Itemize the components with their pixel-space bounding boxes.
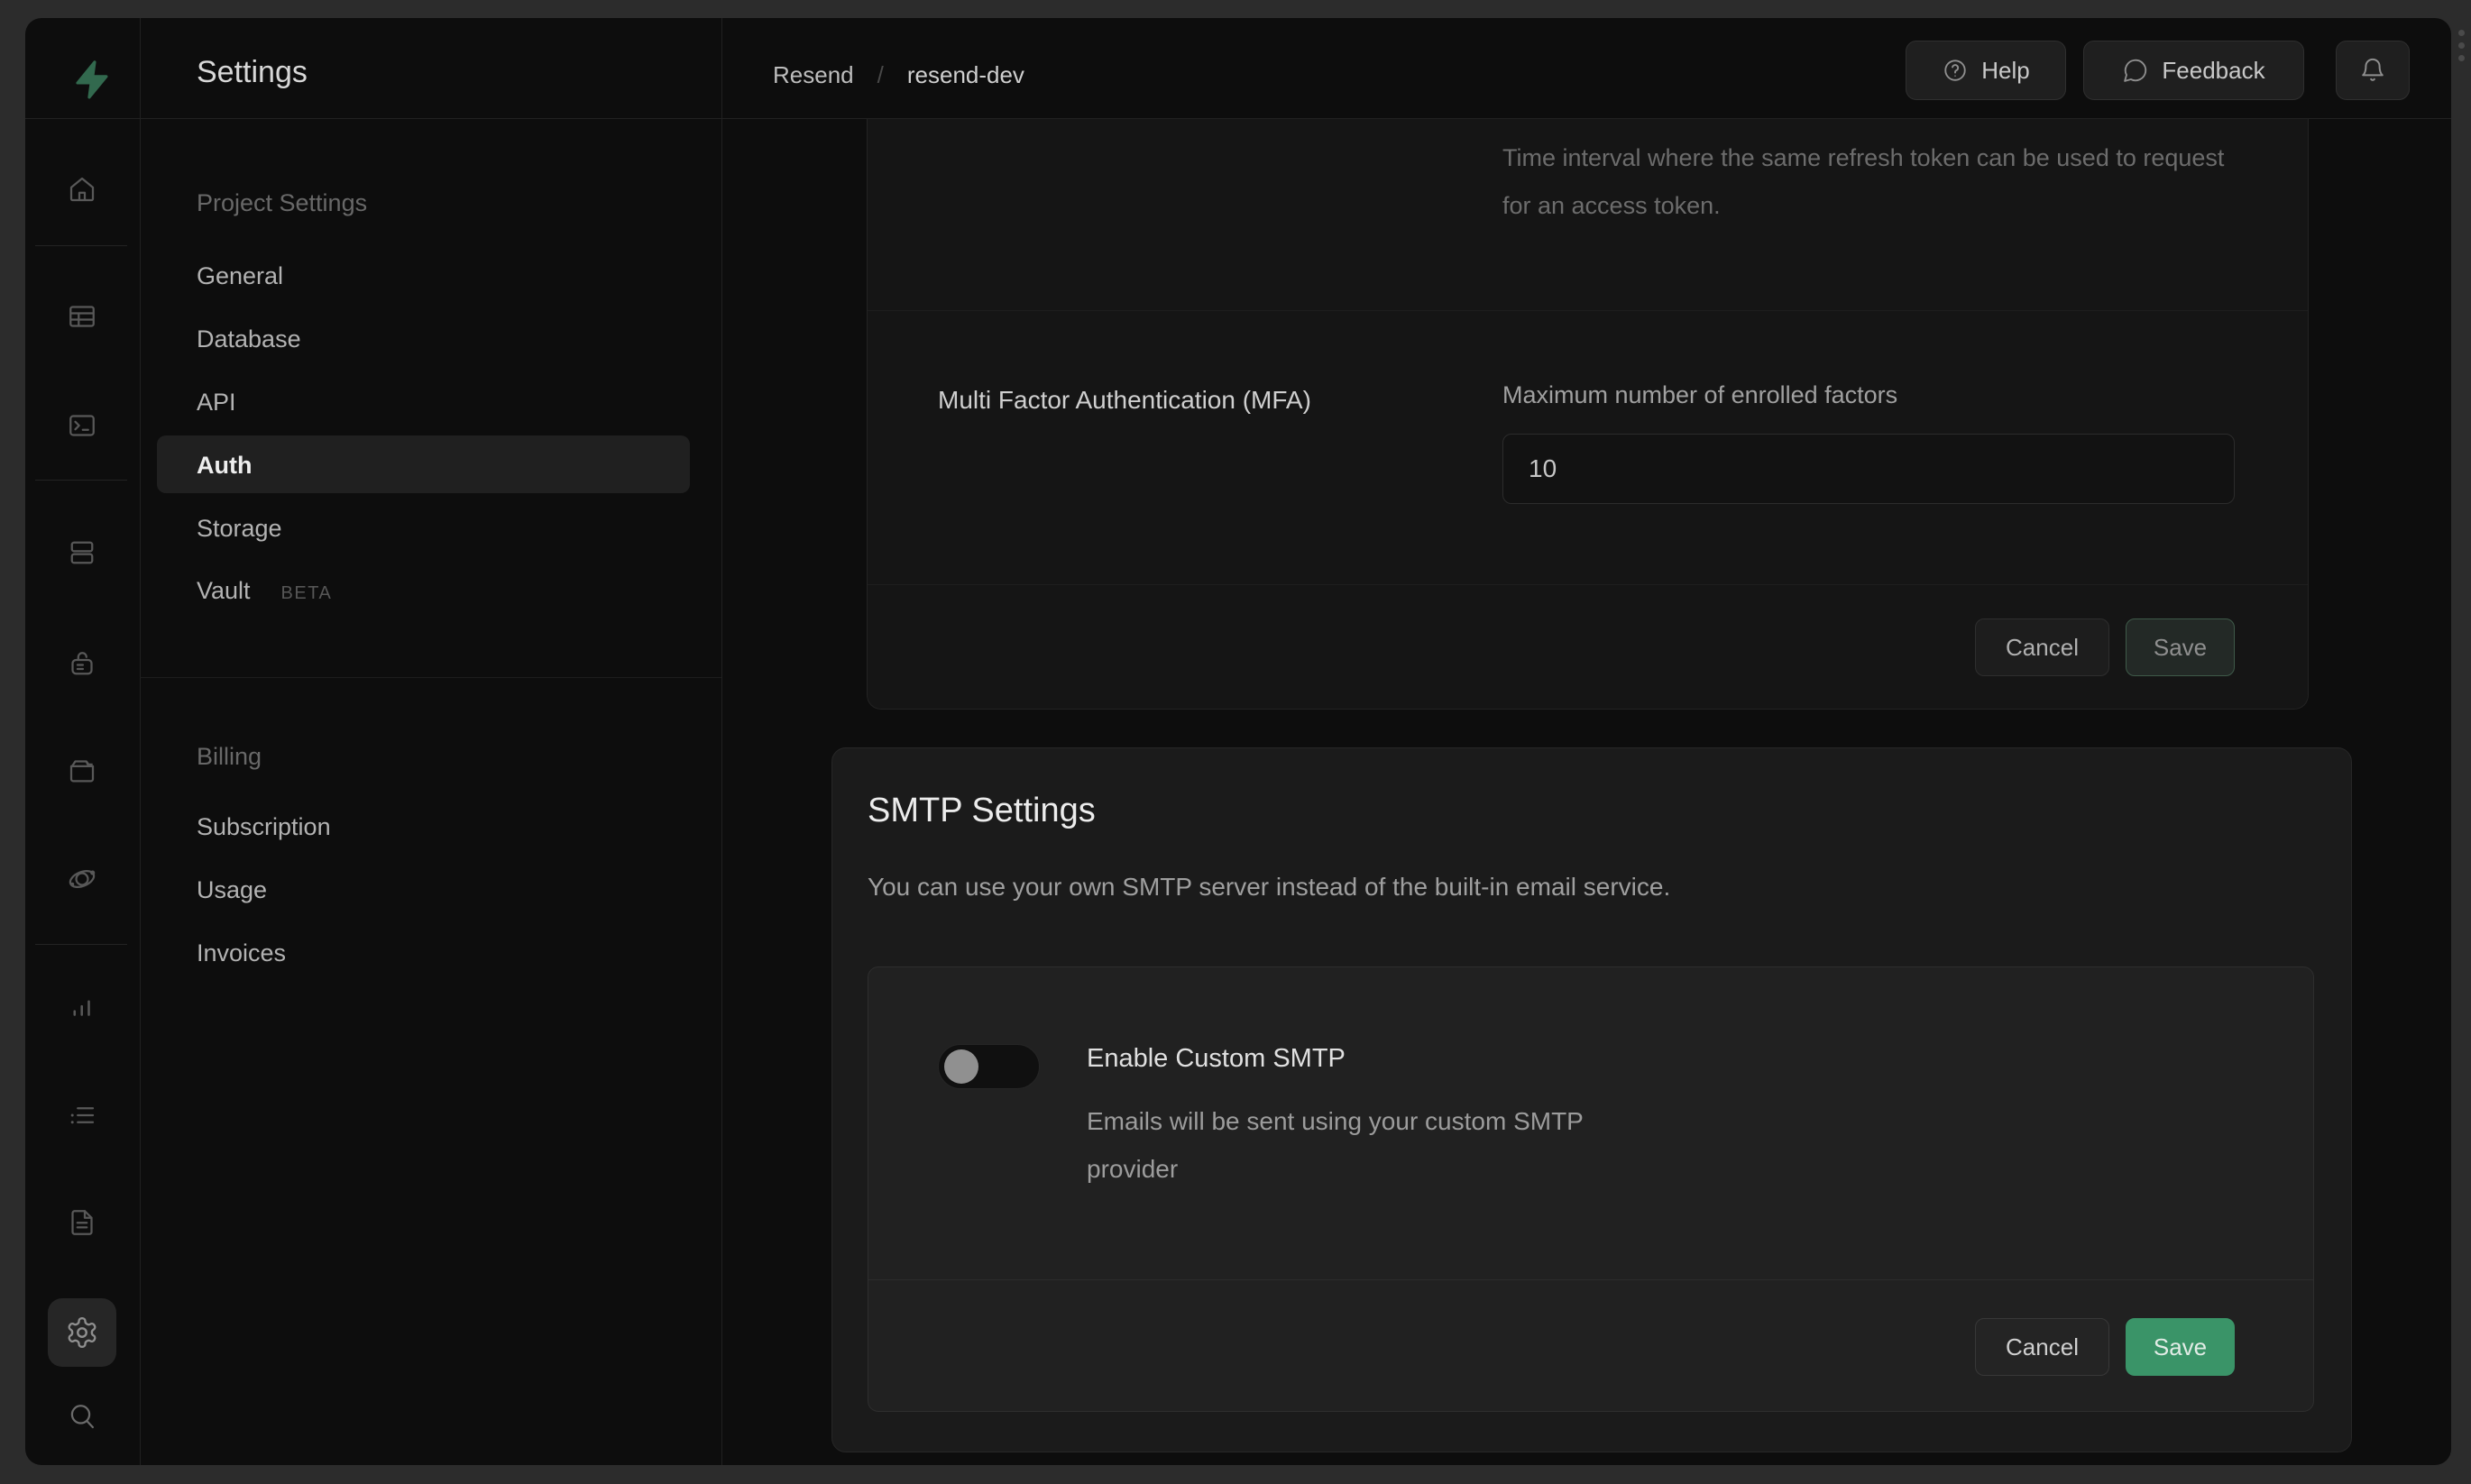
nav-section-header-billing: Billing — [197, 740, 262, 773]
toggle-knob — [944, 1049, 978, 1084]
database-icon — [66, 536, 98, 569]
rail-item-authentication[interactable] — [50, 631, 115, 696]
nav-item-vault-label: Vault — [197, 577, 251, 604]
rail-item-search[interactable] — [50, 1384, 115, 1449]
smtp-cancel-button[interactable]: Cancel — [1975, 1318, 2109, 1376]
chrome-dot — [2458, 42, 2465, 49]
supabase-logo-icon[interactable] — [70, 49, 112, 110]
orbit-icon — [66, 863, 98, 895]
feedback-bubble-icon — [2122, 57, 2149, 84]
rail-item-settings[interactable] — [48, 1298, 116, 1367]
auth-save-button[interactable]: Save — [2126, 618, 2235, 676]
rail-item-sql-editor[interactable] — [50, 393, 115, 458]
help-button[interactable]: Help — [1906, 41, 2066, 100]
rail-divider-line — [35, 245, 127, 246]
smtp-save-button[interactable]: Save — [2126, 1318, 2235, 1376]
rail-item-logs[interactable] — [50, 1083, 115, 1148]
mfa-row-label: Multi Factor Authentication (MFA) — [938, 386, 1311, 415]
smtp-subtitle: You can use your own SMTP server instead… — [868, 873, 1670, 902]
page-title: Settings — [197, 54, 308, 90]
breadcrumb-separator: / — [877, 61, 884, 89]
rail-item-storage[interactable] — [50, 738, 115, 803]
nav-item-auth[interactable]: Auth — [197, 449, 252, 481]
beta-badge: BETA — [281, 583, 333, 603]
bar-chart-icon — [66, 992, 98, 1024]
gear-icon — [65, 1315, 99, 1350]
storage-folder-icon — [66, 755, 98, 787]
rail-item-home[interactable] — [50, 157, 115, 222]
auth-cancel-button[interactable]: Cancel — [1975, 618, 2109, 676]
notifications-button[interactable] — [2336, 41, 2410, 100]
file-text-icon — [66, 1206, 98, 1239]
breadcrumb-project[interactable]: resend-dev — [907, 61, 1024, 89]
chrome-dot — [2458, 55, 2465, 61]
nav-item-database[interactable]: Database — [197, 323, 301, 355]
enable-custom-smtp-label: Enable Custom SMTP — [1087, 1044, 1346, 1074]
nav-item-api[interactable]: API — [197, 386, 236, 418]
rail-item-table-editor[interactable] — [50, 284, 115, 349]
nav-divider — [721, 18, 722, 1465]
search-icon — [66, 1400, 98, 1433]
enrolled-factors-label: Maximum number of enrolled factors — [1502, 381, 1897, 409]
list-icon — [66, 1099, 98, 1131]
rail-divider — [140, 18, 141, 1465]
lock-icon — [66, 647, 98, 680]
enable-custom-smtp-toggle[interactable] — [938, 1044, 1040, 1089]
enable-custom-smtp-description: Emails will be sent using your custom SM… — [1087, 1097, 1664, 1193]
rail-item-docs[interactable] — [50, 1190, 115, 1255]
nav-section-header-project-settings: Project Settings — [197, 187, 367, 219]
nav-item-subscription[interactable]: Subscription — [197, 811, 331, 843]
smtp-footer-divider — [868, 1279, 2313, 1280]
nav-item-usage[interactable]: Usage — [197, 874, 267, 906]
card-row-divider — [868, 310, 2308, 311]
breadcrumb: Resend / resend-dev — [773, 61, 1024, 89]
nav-item-general[interactable]: General — [197, 260, 283, 292]
card-footer-divider — [868, 584, 2308, 585]
help-label: Help — [1981, 57, 2029, 85]
rail-divider-line — [35, 480, 127, 481]
screen: Settings Resend / resend-dev Help Feedba… — [0, 0, 2471, 1484]
nav-item-vault[interactable]: Vault BETA — [197, 574, 332, 609]
home-icon — [66, 173, 98, 206]
rail-divider-line — [35, 944, 127, 945]
chrome-dot — [2458, 30, 2465, 36]
refresh-token-description: Time interval where the same refresh tok… — [1502, 134, 2242, 230]
rail-item-database[interactable] — [50, 520, 115, 585]
rail-item-edge-functions[interactable] — [50, 847, 115, 911]
help-circle-icon — [1942, 57, 1969, 84]
nav-section-divider — [140, 677, 721, 678]
table-editor-icon — [66, 300, 98, 333]
breadcrumb-org[interactable]: Resend — [773, 61, 854, 89]
feedback-button[interactable]: Feedback — [2083, 41, 2304, 100]
nav-item-storage[interactable]: Storage — [197, 512, 282, 545]
terminal-icon — [66, 409, 98, 442]
rail-item-reports[interactable] — [50, 976, 115, 1040]
bell-icon — [2358, 56, 2387, 85]
nav-item-invoices[interactable]: Invoices — [197, 937, 286, 969]
enrolled-factors-input[interactable] — [1502, 434, 2235, 504]
smtp-title: SMTP Settings — [868, 792, 1096, 830]
feedback-label: Feedback — [2162, 57, 2264, 85]
